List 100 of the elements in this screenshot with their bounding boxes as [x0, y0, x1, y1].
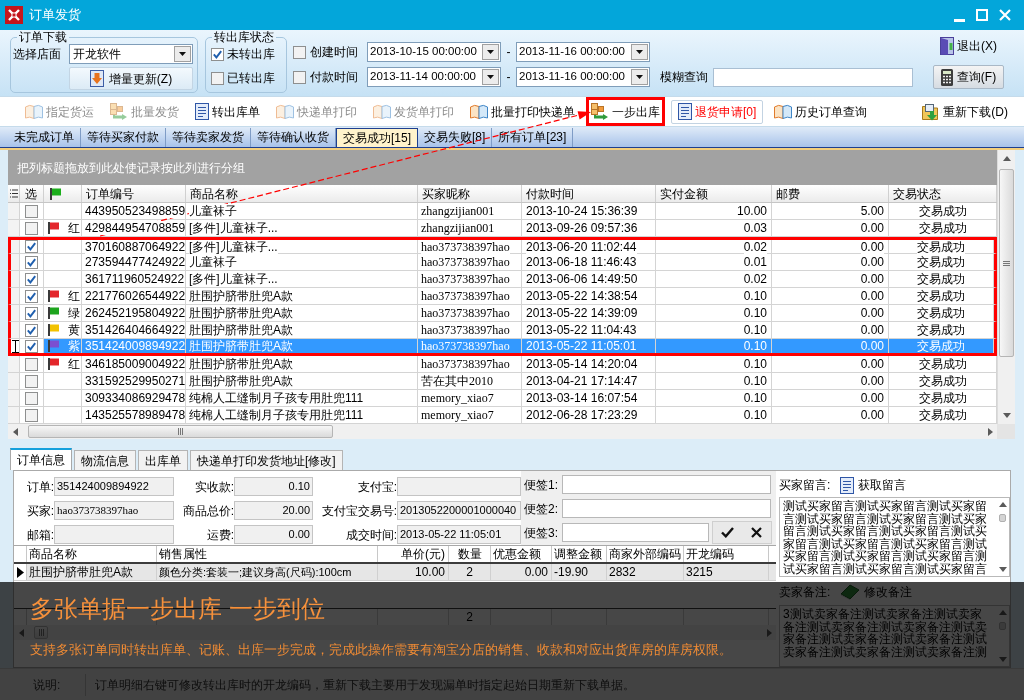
column-header[interactable]: 邮费 [772, 185, 889, 202]
checkbox[interactable] [25, 408, 38, 422]
column-header[interactable]: 选 [20, 185, 44, 202]
table-row[interactable]: 红 346185009004922 肚围护脐带肚兜A款 hao373738397hao 2013-05-14 14:20:04 0.10 0.00 交易成功 [8, 356, 997, 373]
tab[interactable]: 出库单 [138, 450, 188, 470]
checkbox[interactable] [293, 70, 306, 84]
tab[interactable]: 未完成订单 [8, 128, 81, 147]
query-button[interactable]: 查询(F) [933, 65, 1004, 89]
toolbar-button[interactable]: 退货申请[0] [671, 99, 764, 124]
readonly-field[interactable]: 20.00 [234, 501, 313, 520]
table-row[interactable]: 331592529950271 肚围护脐带肚兜A款 苦在其中2010 2013-04-21 17:14:47 0.10 0.00 交易成功 [8, 373, 997, 390]
readonly-field[interactable]: 0.00 [234, 525, 313, 544]
horizontal-scrollbar[interactable] [8, 424, 997, 439]
tab[interactable]: 物流信息 [74, 450, 136, 470]
reload-button[interactable]: 重新下载(D) [922, 99, 1008, 124]
toolbar-button[interactable]: 一步出库 [586, 97, 665, 126]
readonly-field[interactable] [397, 477, 521, 496]
column-header[interactable]: 销售属性 [157, 546, 378, 562]
checkbox[interactable] [25, 221, 38, 235]
table-row[interactable]: 361711960524922 [多件]儿童袜子... hao373738397hao 2013-06-06 14:49:50 0.02 0.00 交易成功 [8, 271, 997, 288]
column-header[interactable]: 订单编号 [82, 185, 186, 202]
readonly-field[interactable]: 2013052200001000040 [397, 501, 521, 520]
table-row[interactable]: 黄 351426404664922 肚围护脐带肚兜A款 hao373738397hao 2013-05-22 11:04:43 0.10 0.00 交易成功 [8, 322, 997, 339]
scroll-up-icon[interactable] [1002, 156, 1011, 161]
table-row[interactable]: 143525578989478 纯棉人工缝制月子孩专用肚兜111 memory_xiao7 2012-06-28 17:23:29 0.10 0.00 交易成功 [8, 407, 997, 424]
vertical-scrollbar[interactable] [997, 150, 1015, 424]
checkbox[interactable] [25, 272, 38, 286]
buyer-message-field[interactable]: 测试买家留言测试买家留言测试买家留言测试买家留言测试买家留言测试买家留言测试买家留言测试买家留言测试买家留言测试买家留言测试买家留言测试买家留言测试买家留言测试买家留言测试买家留言测试买家留言测试买家留言 [779, 497, 1010, 577]
tab[interactable]: 交易失败[8] [418, 128, 493, 147]
note-field[interactable] [562, 475, 771, 494]
fetch-message-button[interactable]: 获取留言 [838, 475, 909, 495]
column-menu-icon[interactable] [9, 189, 18, 198]
row-selector[interactable] [11, 339, 20, 353]
checkbox[interactable] [25, 357, 38, 371]
note-field[interactable] [562, 499, 771, 518]
checkbox[interactable] [25, 339, 38, 353]
column-header[interactable]: 实付金额 [656, 185, 772, 202]
checkbox[interactable] [25, 323, 38, 337]
column-header[interactable]: 商家外部编码 [607, 546, 684, 562]
readonly-field[interactable]: hao373738397hao [54, 501, 174, 520]
column-header[interactable]: 商品名称 [186, 185, 418, 202]
table-row[interactable]: 肚围护脐带肚兜A款 颜色分类:套装一;建议身高(尺码):100cm 10.00 2 0.00 -19.90 2832 3215 [14, 564, 776, 581]
tab[interactable]: 交易成功[15] [336, 128, 418, 147]
scrollbar-thumb[interactable] [999, 514, 1006, 522]
checkbox[interactable] [211, 47, 224, 61]
scroll-left-icon[interactable] [12, 427, 18, 436]
column-header[interactable]: 数量 [449, 546, 491, 562]
toolbar-button[interactable]: 历史订单查询 [769, 97, 873, 126]
checkbox[interactable] [25, 240, 38, 253]
close-button[interactable] [998, 8, 1012, 22]
incremental-update-button[interactable]: 增量更新(Z) [69, 67, 193, 90]
scrollbar-thumb[interactable] [28, 425, 333, 438]
readonly-field[interactable] [54, 525, 174, 544]
maximize-button[interactable] [975, 8, 989, 22]
toolbar-button[interactable]: 转出库单 [190, 97, 265, 126]
scrollbar-thumb[interactable] [999, 169, 1014, 357]
table-row[interactable]: 370160887064922 [多件]儿童袜子... hao373738397hao 2013-06-20 11:02:44 0.02 0.00 交易成功 [8, 237, 997, 254]
checkbox[interactable] [25, 374, 38, 388]
column-header[interactable]: 优惠金额 [491, 546, 552, 562]
tab[interactable]: 订单信息 [10, 448, 72, 470]
table-row[interactable]: 273594477424922 儿童袜子 hao373738397hao 2013-06-18 11:46:43 0.01 0.00 交易成功 [8, 254, 997, 271]
tab[interactable]: 等待买家付款 [81, 128, 166, 147]
readonly-field[interactable]: 0.10 [234, 477, 313, 496]
scroll-right-icon[interactable] [987, 427, 993, 436]
note-field[interactable] [562, 523, 709, 542]
exit-button[interactable]: 退出(X) [938, 35, 999, 57]
checkbox[interactable] [25, 204, 38, 218]
table-row[interactable]: 443950523498859 儿童袜子 zhangzijian001 2013-10-24 15:36:39 10.00 5.00 交易成功 [8, 203, 997, 220]
date-field[interactable]: 2013-10-15 00:00:00 [367, 42, 501, 62]
store-select[interactable]: 开龙软件 [69, 44, 193, 64]
tab[interactable]: 所有订单[23] [492, 128, 574, 147]
date-field[interactable]: 2013-11-14 00:00:00 [367, 67, 501, 87]
column-header[interactable]: 调整金额 [552, 546, 607, 562]
table-row[interactable]: 绿 262452195804922 肚围护脐带肚兜A款 hao373738397hao 2013-05-22 14:39:09 0.10 0.00 交易成功 [8, 305, 997, 322]
table-row[interactable]: 红 221776026544922 肚围护脐带肚兜A款 hao373738397hao 2013-05-22 14:38:54 0.10 0.00 交易成功 [8, 288, 997, 305]
column-header[interactable]: 商品名称 [27, 546, 157, 562]
column-header[interactable]: 买家昵称 [418, 185, 522, 202]
readonly-field[interactable]: 2013-05-22 11:05:01 [397, 525, 521, 544]
scroll-up-icon[interactable] [998, 502, 1007, 507]
scroll-down-icon[interactable] [1002, 413, 1011, 418]
checkbox[interactable] [293, 45, 306, 59]
toolbar-button[interactable]: 批量打印快递单 [465, 97, 580, 126]
scroll-down-icon[interactable] [998, 567, 1007, 572]
date-field[interactable]: 2013-11-16 00:00:00 [516, 67, 650, 87]
checkbox[interactable] [25, 306, 38, 320]
table-row[interactable]: 红 429844954708859 [多件]儿童袜子... zhangzijian001 2013-09-26 09:57:36 0.03 0.00 交易成功 [8, 220, 997, 237]
date-field[interactable]: 2013-11-16 00:00:00 [516, 42, 650, 62]
search-field[interactable] [713, 67, 913, 87]
tab[interactable]: 等待卖家发货 [166, 128, 251, 147]
table-cell: 交易成功 [889, 407, 997, 423]
tab[interactable]: 快递单打印发货地址[修改] [190, 450, 343, 470]
column-header[interactable]: 付款时间 [522, 185, 656, 202]
column-header[interactable]: 开龙编码 [684, 546, 769, 562]
readonly-field[interactable]: 351424009894922 [54, 477, 174, 496]
table-row[interactable]: 309334086929478 纯棉人工缝制月子孩专用肚兜111 memory_xiao7 2013-03-14 16:07:54 0.10 0.00 交易成功 [8, 390, 997, 407]
checkbox[interactable] [211, 71, 224, 85]
checkbox[interactable] [25, 255, 38, 269]
column-header[interactable]: 单价(元) [378, 546, 449, 562]
checkbox[interactable] [25, 391, 38, 405]
checkbox[interactable] [25, 289, 38, 303]
